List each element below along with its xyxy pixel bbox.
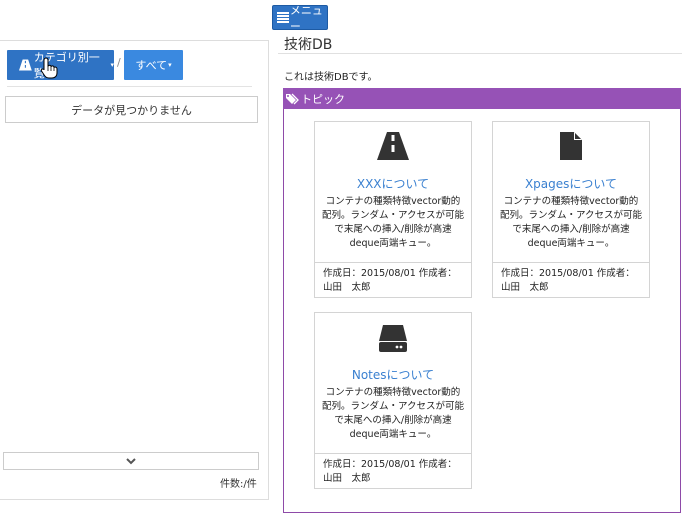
all-button[interactable]: すべて ▾ [124, 50, 183, 80]
file-icon [493, 132, 649, 162]
title-divider [278, 53, 682, 54]
topic-card[interactable]: XXXについて コンテナの種類特徴vector動的配列。ランダム・アクセスが可能… [314, 121, 472, 298]
item-count: 件数:/件 [220, 475, 257, 490]
card-title-link[interactable]: Xpagesについて [493, 175, 649, 192]
empty-message: データが見つかりません [5, 96, 258, 123]
count-value: /件 [243, 479, 257, 490]
breadcrumb-separator: / [117, 56, 121, 69]
card-footer: 作成日：2015/08/01 作成者：山田 太郎 [493, 262, 649, 297]
load-more-button[interactable] [3, 452, 259, 470]
card-title-link[interactable]: XXXについて [315, 175, 471, 192]
menu-button[interactable]: メニュー [272, 4, 328, 33]
topic-label: トピック [301, 92, 345, 106]
card-footer: 作成日：2015/08/01 作成者：山田 太郎 [315, 262, 471, 297]
card-footer: 作成日：2015/08/01 作成者：山田 太郎 [315, 453, 471, 488]
card-body: コンテナの種類特徴vector動的配列。ランダム・アクセスが可能で末尾への挿入/… [321, 196, 465, 249]
hamburger-icon [277, 11, 289, 24]
hand-cursor-icon [40, 57, 58, 79]
chevron-down-icon [126, 457, 136, 464]
card-body: コンテナの種類特徴vector動的配列。ランダム・アクセスが可能で末尾への挿入/… [321, 387, 465, 440]
tags-icon [286, 93, 299, 104]
road-icon [315, 132, 471, 162]
all-label: すべて [135, 59, 168, 72]
caret-down-icon: ▾ [168, 61, 172, 69]
hdd-icon [315, 323, 471, 353]
count-label: 件数: [220, 479, 244, 490]
topic-header: トピック [283, 88, 681, 109]
page-description: これは技術DBです。 [284, 72, 378, 83]
topic-card[interactable]: Notesについて コンテナの種類特徴vector動的配列。ランダム・アクセスが… [314, 312, 472, 489]
menu-label: メニュー [289, 3, 323, 33]
road-icon [19, 59, 32, 71]
card-body: コンテナの種類特徴vector動的配列。ランダム・アクセスが可能で末尾への挿入/… [499, 196, 643, 249]
topic-card[interactable]: Xpagesについて コンテナの種類特徴vector動的配列。ランダム・アクセス… [492, 121, 650, 298]
page-title: 技術DB [284, 37, 333, 53]
divider [7, 86, 252, 87]
card-title-link[interactable]: Notesについて [315, 366, 471, 383]
caret-down-icon: ▾ [110, 61, 114, 69]
category-list-button[interactable]: カテゴリ別一覧 ▾ [7, 50, 114, 80]
